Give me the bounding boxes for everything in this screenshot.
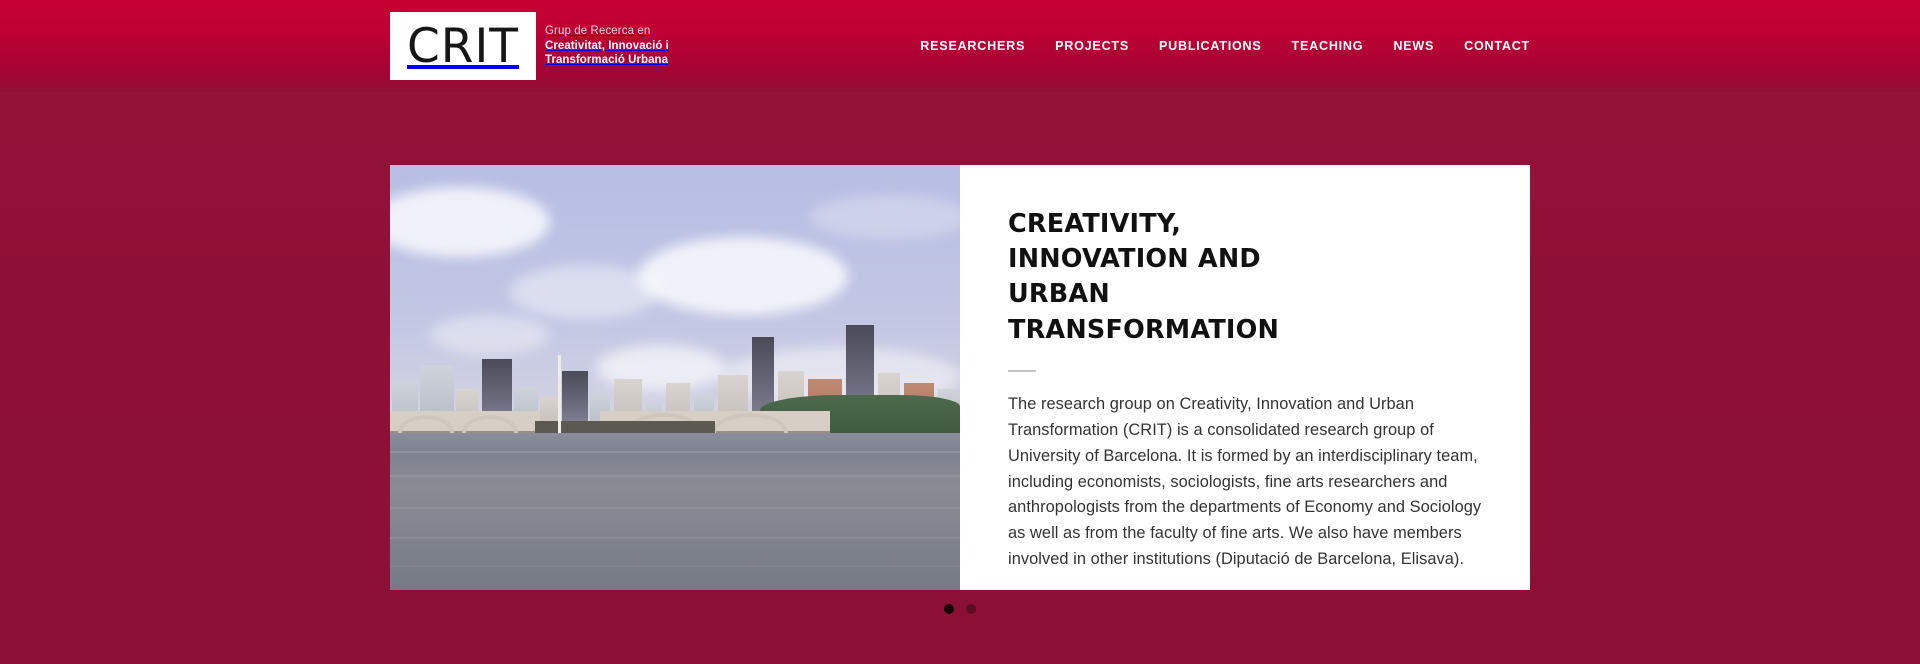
nav-teaching[interactable]: TEACHING [1277,39,1379,53]
nav-news[interactable]: NEWS [1378,39,1449,53]
hero-image [390,165,960,590]
brand-logo-link[interactable]: CRIT Grup de Recerca en Creativitat, Inn… [390,12,669,80]
nav-contact[interactable]: CONTACT [1449,39,1530,53]
brand-tagline-line1: Creativitat, Innovació i [545,39,669,52]
cloud-icon [810,195,960,239]
brand-tagline-line2: Transformació Urbana [545,54,669,67]
brand-tagline-pre: Grup de Recerca en [545,24,651,37]
hero-carousel: CREATIVITY, INNOVATION AND URBAN TRANSFO… [390,165,1530,590]
river-pier [535,420,715,433]
cloud-icon [638,237,848,315]
crit-logo-box: CRIT [390,12,536,80]
hero-title: CREATIVITY, INNOVATION AND URBAN TRANSFO… [1008,209,1280,345]
site-header: CRIT Grup de Recerca en Creativitat, Inn… [0,0,1920,92]
title-divider [1008,369,1036,372]
hero-text-panel: CREATIVITY, INNOVATION AND URBAN TRANSFO… [960,165,1530,590]
main-navigation: RESEARCHERS PROJECTS PUBLICATIONS TEACHI… [905,39,1530,53]
nav-publications[interactable]: PUBLICATIONS [1144,39,1277,53]
carousel-dot-2[interactable] [966,604,976,614]
carousel-pagination [0,604,1920,614]
mast-pole [558,354,561,433]
nav-projects[interactable]: PROJECTS [1040,39,1144,53]
nav-researchers[interactable]: RESEARCHERS [905,39,1040,53]
brand-tagline: Grup de Recerca en Creativitat, Innovaci… [545,24,669,68]
hero-description: The research group on Creativity, Innova… [1008,394,1482,569]
crit-wordmark: CRIT [406,18,520,74]
carousel-dot-1[interactable] [944,604,954,614]
river-water [390,432,960,590]
